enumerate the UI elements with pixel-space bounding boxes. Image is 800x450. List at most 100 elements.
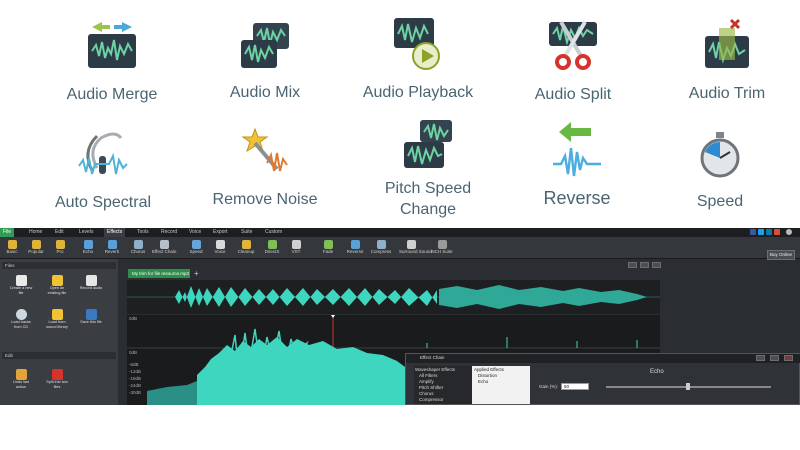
- menu-bar: File Home Edit Levels Effects Tools Reco…: [0, 228, 800, 237]
- menu-levels[interactable]: Levels: [76, 228, 96, 237]
- toolbar-label: Surround Sound: [399, 249, 432, 254]
- toolbar-label: Chorus: [130, 249, 146, 254]
- menu-home[interactable]: Home: [26, 228, 45, 237]
- feature-audio-merge[interactable]: Audio Merge: [37, 18, 187, 105]
- files-header: Files: [2, 262, 116, 269]
- feature-label: Audio Mix: [229, 84, 301, 101]
- overview-waveform[interactable]: [127, 280, 660, 314]
- toolbar-label: Effect Chain: [152, 249, 177, 254]
- nch-suite-icon: [437, 240, 447, 249]
- help-icon[interactable]: [786, 229, 792, 235]
- menu-custom[interactable]: Custom: [262, 228, 285, 237]
- close-icon[interactable]: [652, 262, 661, 268]
- menu-voice[interactable]: Voice: [186, 228, 204, 237]
- feature-auto-spectral[interactable]: Auto Spectral: [28, 128, 178, 213]
- reverse-icon: [350, 240, 360, 249]
- menu-suite[interactable]: Suite: [238, 228, 255, 237]
- toolbar-label: Pro: [56, 249, 64, 254]
- menu-edit[interactable]: Edit: [52, 228, 67, 237]
- toolbar-label: VST: [291, 249, 301, 254]
- edit-header: Edit: [2, 352, 116, 359]
- minimize-icon[interactable]: [628, 262, 637, 268]
- feature-speed[interactable]: Speed: [645, 130, 795, 212]
- sound-library-button[interactable]: Load from sound library: [44, 309, 70, 329]
- menu-record[interactable]: Record: [158, 228, 180, 237]
- db-label: -6dB: [129, 362, 139, 367]
- folder-icon: [51, 275, 63, 286]
- menu-export[interactable]: Export: [210, 228, 230, 237]
- button-label: Create a new file: [9, 286, 33, 295]
- toolbar-label: Popular: [28, 249, 44, 254]
- feature-audio-mix[interactable]: Audio Mix: [190, 20, 340, 103]
- effect-item[interactable]: Compressor: [419, 397, 444, 403]
- twitter-icon[interactable]: [758, 229, 764, 235]
- feature-audio-split[interactable]: Audio Split: [498, 18, 648, 105]
- undo-button[interactable]: Undo last action: [8, 369, 34, 389]
- dialog-close-icon[interactable]: [784, 355, 793, 361]
- toolbar-fade-button[interactable]: Fade: [316, 239, 340, 259]
- cd-icon: [15, 309, 27, 320]
- toolbar-popular-button[interactable]: Popular: [24, 239, 48, 259]
- feature-reverse[interactable]: Reverse: [502, 120, 652, 209]
- spectral-icon: [78, 132, 128, 175]
- open-file-button[interactable]: Open an existing file: [44, 275, 70, 295]
- linkedin-icon[interactable]: [766, 229, 772, 235]
- feature-remove-noise[interactable]: Remove Noise: [190, 125, 340, 210]
- surround-sound-icon: [406, 240, 416, 249]
- dialog-maximize-icon[interactable]: [770, 355, 779, 361]
- load-from-cd-button[interactable]: Load tracks from CD: [8, 309, 34, 329]
- effects-list[interactable]: Waveshaper Effects All Filters Amplify P…: [414, 366, 472, 404]
- pitch-speed-icon: [404, 120, 452, 168]
- record-audio-button[interactable]: Record audio: [78, 275, 104, 291]
- dialog-minimize-icon[interactable]: [756, 355, 765, 361]
- button-label: Undo last action: [12, 380, 30, 389]
- dialog-header: Effect Chain: [406, 354, 800, 363]
- audio-mix-icon: [241, 23, 289, 68]
- menu-file[interactable]: File: [0, 228, 15, 237]
- dialog-title: Effect Chain: [420, 355, 445, 360]
- feature-label: Reverse: [543, 188, 611, 208]
- toolbar-surround-sound-button[interactable]: Surround Sound: [399, 239, 432, 259]
- toolbar-speed-button[interactable]: Speed: [184, 239, 208, 259]
- feature-label: Auto Spectral: [54, 194, 152, 211]
- menu-tools[interactable]: Tools: [134, 228, 152, 237]
- applied-effects-list[interactable]: Applied Effects Distortion Echo: [472, 366, 530, 404]
- applied-effect-item[interactable]: Echo: [478, 379, 488, 385]
- toolbar-voice-button[interactable]: Voice: [208, 239, 232, 259]
- add-tab-button[interactable]: +: [194, 269, 199, 278]
- toolbar-compress-button[interactable]: Compress: [369, 239, 393, 259]
- toolbar-vst-button[interactable]: VST: [284, 239, 308, 259]
- speed-icon: [191, 240, 201, 249]
- new-file-icon: [15, 275, 27, 286]
- file-tab[interactable]: My trim for file resource.mp3: [128, 269, 190, 278]
- split-icon: [51, 369, 63, 380]
- toolbar-cleanup-button[interactable]: Cleanup: [234, 239, 258, 259]
- toolbar-echo-button[interactable]: Echo: [76, 239, 100, 259]
- gain-input[interactable]: 50: [561, 383, 589, 390]
- facebook-icon[interactable]: [750, 229, 756, 235]
- menu-effects[interactable]: Effects: [104, 228, 126, 237]
- toolbar-effect-chain-button[interactable]: Effect Chain: [152, 239, 176, 259]
- toolbar-chorus-button[interactable]: Chorus: [126, 239, 150, 259]
- feature-pitch-speed-change[interactable]: Pitch Speed Change: [353, 118, 503, 220]
- restore-icon[interactable]: [640, 262, 649, 268]
- toolbar-reverb-button[interactable]: Reverb: [100, 239, 124, 259]
- toolbar-reverse-button[interactable]: Reverse: [343, 239, 367, 259]
- save-file-button[interactable]: Save this file: [78, 309, 104, 325]
- split-file-button[interactable]: Split into two files: [44, 369, 70, 389]
- button-label: Record audio: [79, 286, 103, 290]
- buy-online-button[interactable]: Buy Online: [767, 250, 795, 260]
- feature-audio-trim[interactable]: Audio Trim: [652, 18, 800, 104]
- create-new-file-button[interactable]: Create a new file: [8, 275, 34, 295]
- toolbar-pro-button[interactable]: Pro: [48, 239, 72, 259]
- compress-icon: [376, 240, 386, 249]
- button-label: Save this file: [80, 320, 102, 324]
- magic-wand-icon: [241, 127, 288, 172]
- google-plus-icon[interactable]: [774, 229, 780, 235]
- gain-slider-handle[interactable]: [686, 383, 690, 390]
- feature-audio-playback[interactable]: Audio Playback: [343, 14, 493, 103]
- toolbar-basic-button[interactable]: Basic: [0, 239, 24, 259]
- toolbar-directx-button[interactable]: DirectX: [260, 239, 284, 259]
- toolbar-nch-suite-button[interactable]: NCH Suite: [430, 239, 454, 259]
- page: Audio Merge Audio Mix Audio Playback Aud…: [0, 0, 800, 450]
